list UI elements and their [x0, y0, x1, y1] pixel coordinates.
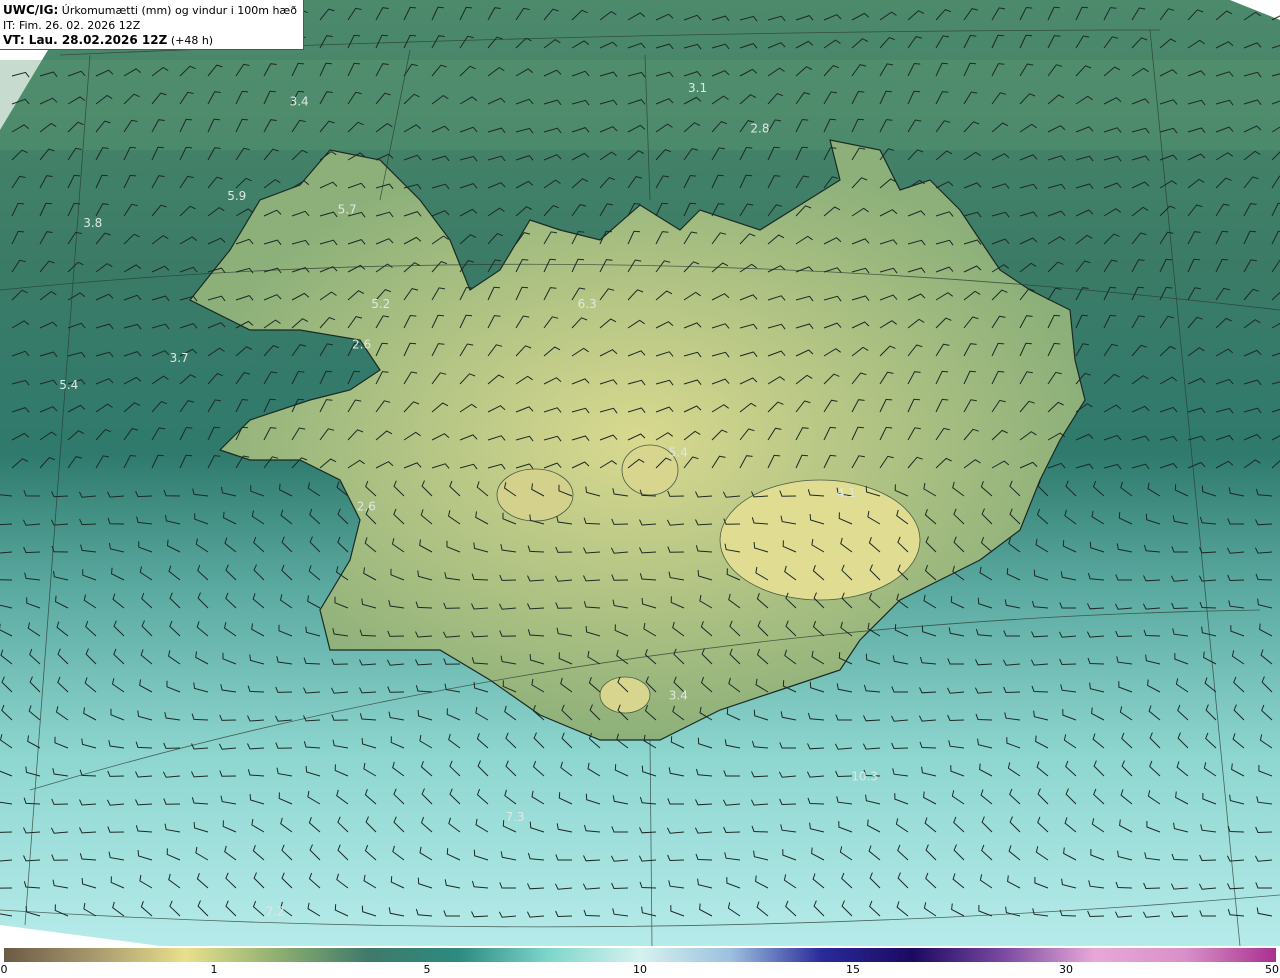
value-label: 3.4 — [290, 95, 309, 109]
colorbar-tick: 50 — [1265, 963, 1279, 976]
value-label: 5.4 — [59, 378, 78, 392]
value-label: 2.6 — [357, 500, 376, 514]
product-code: UWC/IG: — [3, 3, 59, 17]
colorbar-tick: 0 — [0, 963, 8, 976]
colorbar-tick: 30 — [1059, 963, 1073, 976]
value-label: 5.7 — [338, 203, 357, 217]
colorbar-gradient — [4, 948, 1276, 962]
value-label: 7.3 — [506, 810, 525, 824]
valid-time: VT: Lau. 28.02.2026 12Z — [3, 33, 168, 47]
colorbar-tick: 5 — [423, 963, 431, 976]
value-label: 10.3 — [851, 770, 878, 784]
value-label: 3.8 — [83, 216, 102, 230]
glacier-vatnajokull — [719, 479, 921, 601]
map-title: Úrkomumætti (mm) og vindur i 100m hæð — [61, 4, 297, 17]
title-box: UWC/IG: Úrkomumætti (mm) og vindur i 100… — [0, 0, 304, 50]
initial-time: IT: Fim. 26. 02. 2026 12Z — [3, 19, 141, 32]
value-label: 2.8 — [750, 122, 769, 136]
value-label: 3.4 — [669, 689, 688, 703]
value-label: 5.2 — [371, 297, 390, 311]
value-label: 5.9 — [227, 189, 246, 203]
colorbar-tick: 15 — [846, 963, 860, 976]
north-sea-band — [0, 60, 1280, 150]
colorbar: 0 1 5 10 15 30 50 — [0, 946, 1280, 978]
value-label: 5.4 — [669, 446, 688, 460]
value-label: 3.7 — [170, 351, 189, 365]
value-label: 3.1 — [688, 81, 707, 95]
value-label: 6.3 — [578, 297, 597, 311]
weather-map: 3.4 3.1 2.8 5.9 5.7 3.8 6.3 5.2 2.6 3.7 5.4 5.4 4.1 2… — [0, 0, 1280, 947]
colorbar-tick: 10 — [633, 963, 647, 976]
glacier-langjokull — [496, 468, 574, 522]
glacier-myrdalsjokull — [599, 676, 651, 714]
colorbar-tick: 1 — [210, 963, 218, 976]
value-label: 4.1 — [837, 486, 856, 500]
value-label: 2.6 — [352, 338, 371, 352]
forecast-hour: (+48 h) — [170, 34, 214, 47]
value-label: 7.2 — [266, 905, 285, 919]
